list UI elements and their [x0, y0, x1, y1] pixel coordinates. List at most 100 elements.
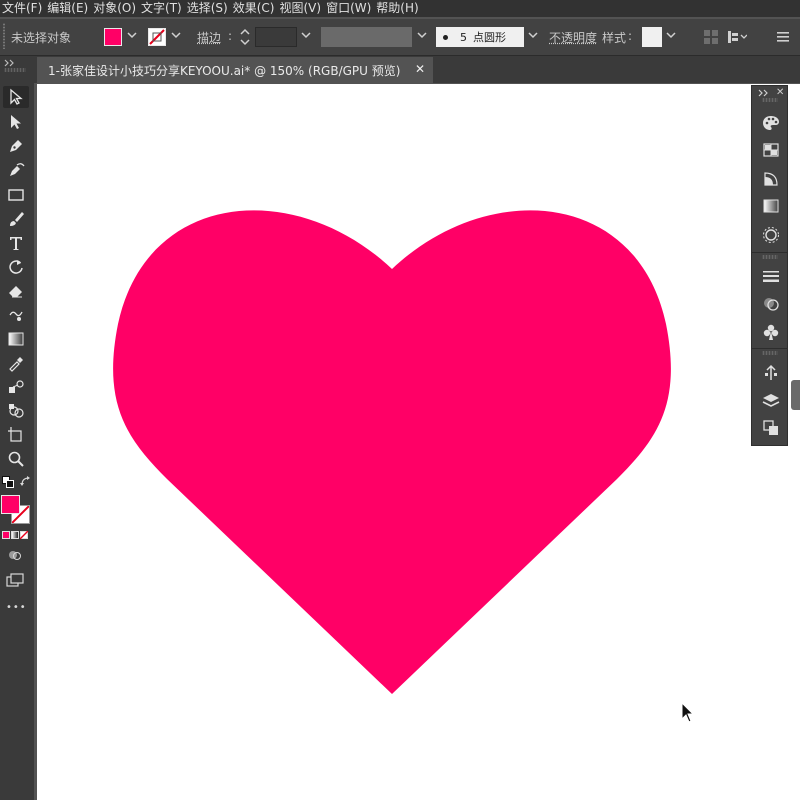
artboards-panel-button[interactable] [761, 418, 781, 438]
warp-icon [9, 311, 23, 321]
stroke-swatch-none[interactable] [148, 28, 166, 46]
close-tab-icon[interactable]: ✕ [415, 62, 425, 76]
dock-grip[interactable] [762, 98, 778, 102]
layers-stack-icon [762, 394, 780, 407]
selection-arrow-icon [10, 88, 23, 105]
direct-selection-tool[interactable] [3, 111, 29, 133]
rotate-tool[interactable] [3, 256, 29, 278]
brush-chevron-icon[interactable] [528, 30, 538, 43]
control-bar: 未选择对象 描边 : 5 点圆形 不透明度 样式 : [0, 19, 800, 56]
symbols-panel-button[interactable] [761, 322, 781, 342]
gradient-mode-button[interactable] [11, 531, 19, 539]
paintbrush-icon [10, 212, 24, 226]
stroke-weight-chevron-icon[interactable] [301, 30, 311, 43]
edit-toolbar-more-icon[interactable]: ••• [6, 602, 27, 613]
appearance-panel-button[interactable] [761, 225, 781, 245]
heart-shape[interactable] [113, 210, 671, 694]
panel-group-grip-2[interactable] [762, 351, 778, 355]
zoom-tool[interactable] [3, 448, 29, 470]
close-dock-icon[interactable]: ✕ [776, 87, 784, 98]
color-guide-icon [764, 172, 778, 186]
swap-fill-stroke-icon[interactable] [20, 476, 32, 488]
variable-width-profile[interactable] [321, 27, 412, 47]
selection-tool[interactable] [3, 86, 29, 108]
libraries-panel-button[interactable] [761, 363, 781, 383]
fill-color-box[interactable] [1, 495, 20, 514]
graphic-style-swatch[interactable] [642, 27, 662, 47]
menu-type[interactable]: 文字(T) [141, 0, 187, 17]
document-tab[interactable]: 1-张家佳设计小技巧分享KEYOOU.ai* @ 150% (RGB/GPU 预… [37, 57, 433, 83]
transparency-panel-button[interactable] [761, 294, 781, 314]
menu-object[interactable]: 对象(O) [93, 0, 141, 17]
draw-mode-icon[interactable] [8, 549, 22, 561]
artboard-icon [8, 427, 22, 442]
none-mode-button[interactable] [20, 531, 28, 539]
expand-panels-icon[interactable] [758, 89, 770, 97]
color-panel-button[interactable] [761, 113, 781, 133]
eraser-tool[interactable] [3, 280, 29, 302]
menu-file[interactable]: 文件(F) [0, 0, 47, 17]
brush-definition-dropdown[interactable]: 5 点圆形 [436, 27, 524, 47]
control-panel-menu-icon[interactable] [776, 30, 790, 47]
shape-builder-tool[interactable] [3, 400, 29, 422]
align-grid-icon[interactable] [703, 29, 719, 48]
layers-panel-button[interactable] [761, 391, 781, 411]
stroke-weight-field[interactable] [255, 27, 297, 47]
rectangle-icon [8, 189, 24, 201]
rectangle-tool[interactable] [3, 184, 29, 206]
tools-panel: ••• [0, 56, 34, 800]
style-chevron-icon[interactable] [666, 30, 676, 43]
stroke-dropdown-chevron-icon[interactable] [171, 30, 181, 43]
toolbar-grip[interactable] [4, 68, 26, 72]
collapse-toolbar-icon[interactable] [4, 59, 18, 67]
transparency-circles-icon [764, 298, 779, 311]
eyedropper-icon [9, 357, 23, 372]
fill-dropdown-chevron-icon[interactable] [127, 30, 137, 43]
club-symbol-icon [763, 324, 779, 340]
menu-edit[interactable]: 编辑(E) [47, 0, 93, 17]
fill-swatch[interactable] [104, 28, 122, 46]
eraser-icon [9, 286, 22, 298]
eyedropper-tool[interactable] [3, 352, 29, 374]
default-fill-stroke-icon[interactable] [2, 476, 14, 488]
artboard-tool[interactable] [3, 424, 29, 446]
gradient-icon [8, 332, 24, 346]
blend-tool[interactable] [3, 376, 29, 398]
screen-mode-icon[interactable] [6, 573, 24, 587]
color-mode-button[interactable] [2, 531, 10, 539]
brush-size: 5 [460, 30, 467, 44]
menu-view[interactable]: 视图(V) [279, 0, 326, 17]
control-bar-grip[interactable] [3, 23, 5, 49]
color-guide-panel-button[interactable] [761, 169, 781, 189]
stroke-weight-stepper-icon[interactable] [239, 27, 251, 50]
stroke-label-colon: : [228, 29, 233, 43]
pen-tool[interactable] [3, 135, 29, 157]
pen-nib-icon [10, 140, 22, 152]
menu-bar: 文件(F) 编辑(E) 对象(O) 文字(T) 选择(S) 效果(C) 视图(V… [0, 0, 800, 17]
gradient-panel-button[interactable] [761, 196, 781, 216]
artboard-canvas[interactable] [37, 84, 800, 800]
paintbrush-tool[interactable] [3, 208, 29, 230]
menu-help[interactable]: 帮助(H) [376, 0, 423, 17]
panel-group-grip[interactable] [762, 255, 778, 259]
warp-tool[interactable] [3, 304, 29, 326]
transform-options-icon[interactable] [727, 29, 748, 48]
selection-status: 未选择对象 [11, 31, 72, 45]
gradient-tool[interactable] [3, 328, 29, 350]
panel-group-divider [752, 252, 787, 253]
menu-effect[interactable]: 效果(C) [233, 0, 280, 17]
opacity-label[interactable]: 不透明度 [549, 29, 597, 46]
swatches-panel-button[interactable] [761, 140, 781, 160]
style-label: 样式 [602, 31, 627, 45]
menu-window[interactable]: 窗口(W) [326, 0, 376, 17]
panel-dock-edge-handle[interactable] [791, 380, 800, 410]
stroke-label[interactable]: 描边 [197, 29, 221, 46]
heart-artwork[interactable] [37, 84, 800, 800]
menu-select[interactable]: 选择(S) [187, 0, 233, 17]
type-tool[interactable] [3, 232, 29, 254]
curvature-tool[interactable] [3, 159, 29, 181]
direct-selection-arrow-icon [11, 115, 21, 129]
width-profile-chevron-icon[interactable] [417, 30, 427, 43]
stroke-panel-button[interactable] [761, 266, 781, 286]
palette-icon [763, 116, 779, 130]
